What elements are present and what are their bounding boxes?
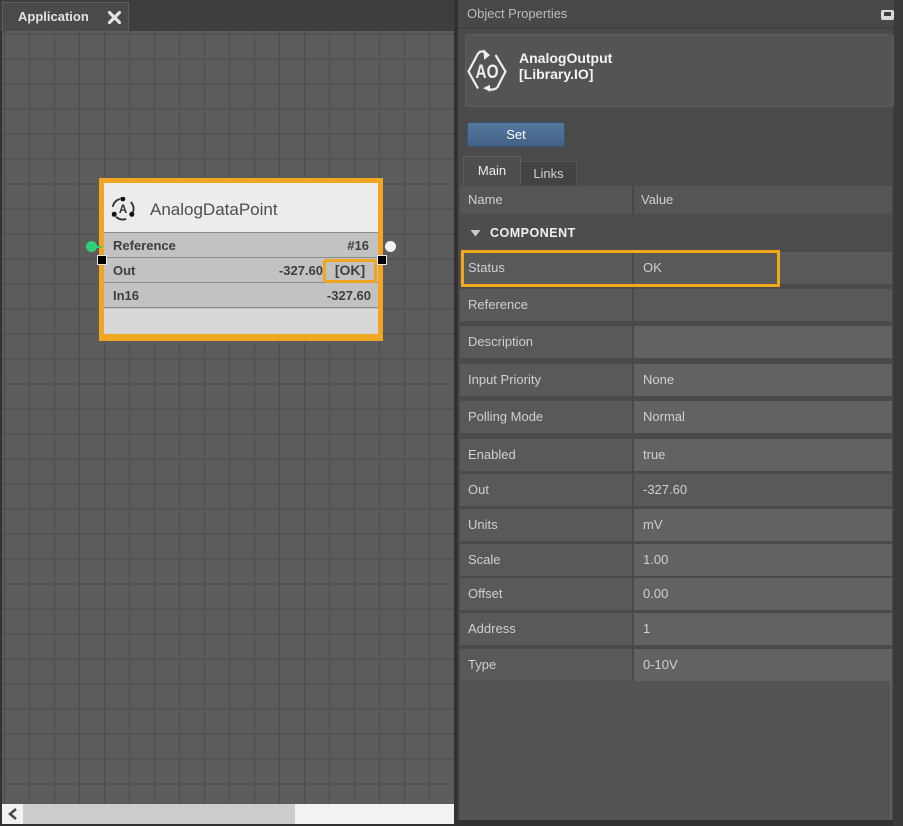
svg-text:A: A — [119, 204, 127, 216]
svg-text:AO: AO — [476, 62, 499, 83]
